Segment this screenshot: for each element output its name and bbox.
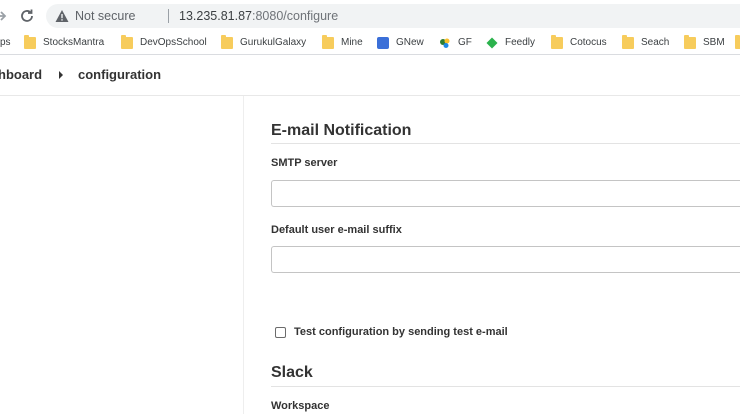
url-path: :8080/configure <box>252 9 339 23</box>
breadcrumb-configuration[interactable]: configuration <box>78 55 161 95</box>
folder-icon <box>684 35 696 49</box>
bookmark-label: SBM <box>703 37 725 48</box>
folder-icon <box>735 35 740 49</box>
feedly-icon <box>486 37 498 49</box>
bookmark-label: StocksMantra <box>43 37 105 48</box>
folder-icon <box>121 35 133 49</box>
folder-icon <box>24 35 36 49</box>
bookmark-label: GF <box>458 37 472 48</box>
email-notification-heading: E-mail Notification <box>271 122 412 139</box>
url-text[interactable]: 13.235.81.87:8080/configure <box>179 4 338 28</box>
browser-toolbar: Not secure 13.235.81.87:8080/configure <box>0 0 740 32</box>
smtp-server-input[interactable] <box>271 180 740 207</box>
bookmark-label: GurukulGalaxy <box>240 37 307 48</box>
bookmark-label: Cotocus <box>570 37 607 48</box>
bookmark-label: Mine <box>341 37 363 48</box>
email-suffix-input[interactable] <box>271 246 740 273</box>
gnew-icon <box>377 37 389 49</box>
folder-icon <box>322 35 334 49</box>
forward-arrow-icon[interactable] <box>0 7 9 25</box>
bookmark-label: Feedly <box>505 37 536 48</box>
side-panel <box>0 96 244 414</box>
security-status: Not secure <box>75 9 136 23</box>
slack-heading: Slack <box>271 364 313 381</box>
gf-icon <box>440 38 450 48</box>
bookmarks-bar: ps StocksMantra DevOpsSchool GurukulGala… <box>0 32 740 55</box>
smtp-server-label: SMTP server <box>271 157 338 169</box>
bookmark-label: DevOpsSchool <box>140 37 207 48</box>
test-configuration-label[interactable]: Test configuration by sending test e-mai… <box>294 326 508 338</box>
address-bar[interactable]: Not secure 13.235.81.87:8080/configure <box>46 4 740 28</box>
omnibox-divider <box>168 9 169 23</box>
section-divider <box>271 143 740 144</box>
folder-icon <box>551 35 563 49</box>
warning-icon[interactable] <box>55 9 69 23</box>
folder-icon <box>622 35 634 49</box>
test-configuration-checkbox[interactable] <box>275 327 286 338</box>
folder-icon <box>221 35 233 49</box>
breadcrumb-dashboard[interactable]: hboard <box>0 55 42 95</box>
bookmark-label: ps <box>0 37 11 48</box>
email-suffix-label: Default user e-mail suffix <box>271 224 402 236</box>
chevron-right-icon <box>59 71 63 79</box>
section-divider <box>271 386 740 387</box>
url-host: 13.235.81.87 <box>179 9 252 23</box>
bookmark-label: GNew <box>396 37 424 48</box>
breadcrumb: hboard configuration <box>0 55 740 96</box>
reload-icon[interactable] <box>18 7 36 25</box>
workspace-label: Workspace <box>271 400 330 412</box>
bookmark-label: Seach <box>641 37 670 48</box>
